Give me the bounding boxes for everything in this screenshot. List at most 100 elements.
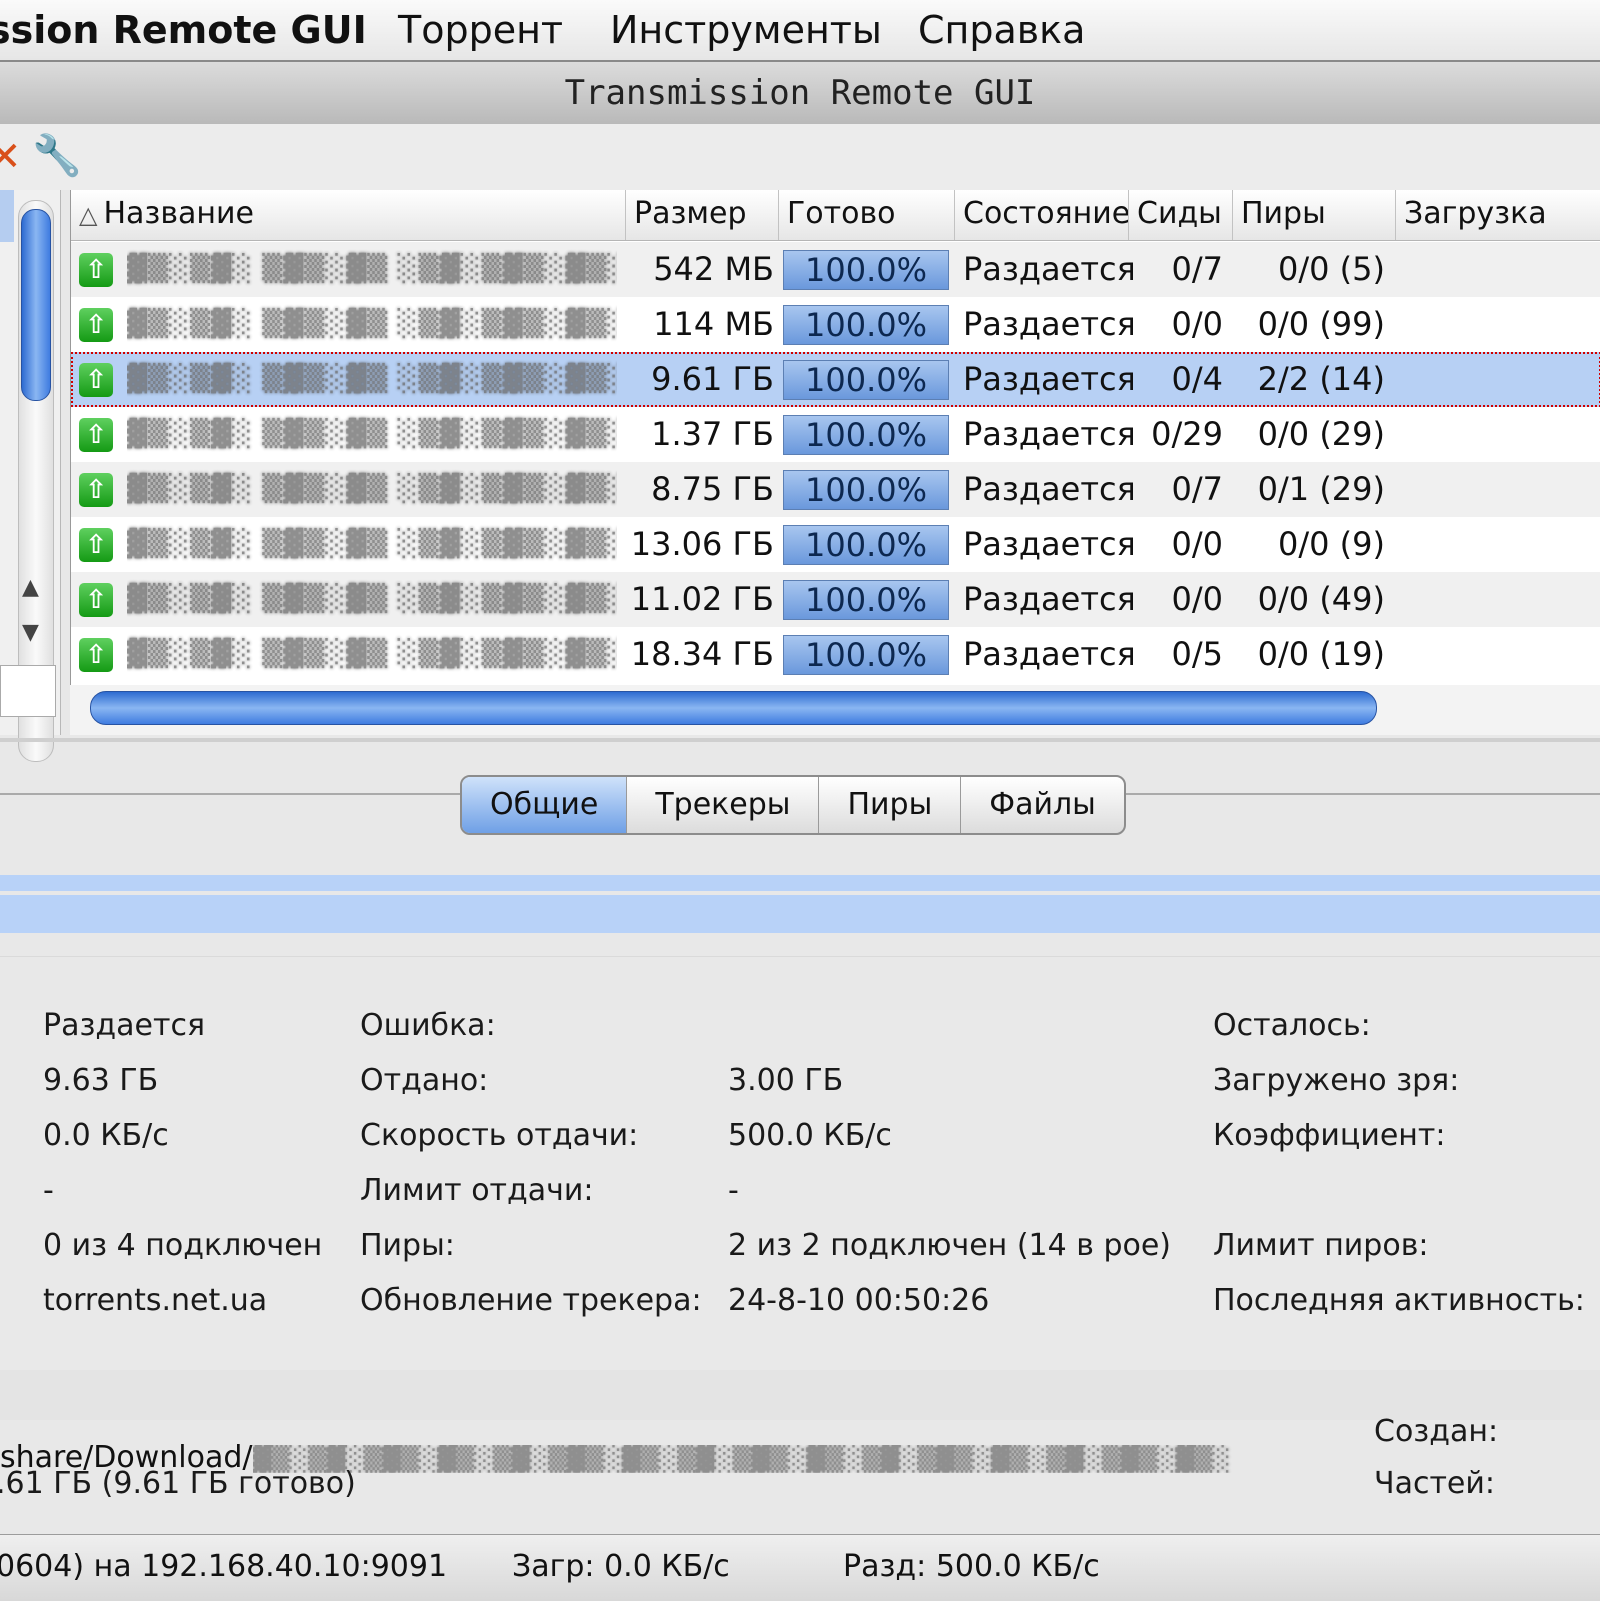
tab-general[interactable]: Общие <box>462 777 628 833</box>
torrent-name-blurred: ▓▒░▒▓░ ▒▓▒░▓▒ ░▒▓░▒▓▒░▓▒░▒▓ <box>127 639 617 669</box>
torrent-state: Раздается <box>963 580 1133 618</box>
done-progress-text: 100.0% <box>804 636 927 674</box>
menu-torrent[interactable]: Торрент <box>398 8 563 52</box>
torrent-size: 9.61 ГБ <box>651 360 774 398</box>
pieces-label: Частей: <box>1374 1466 1495 1500</box>
torrent-size: 114 МБ <box>653 305 774 343</box>
info-right-label: Коэффициент: <box>1213 1118 1446 1153</box>
done-progress-bar: 100.0% <box>783 360 949 400</box>
sort-ascending-icon: △ <box>79 201 98 229</box>
toolbar: ✕ 🔧 <box>0 124 1600 190</box>
torrent-peers: 0/0 (9) <box>1278 525 1385 563</box>
info-label: Пиры: <box>360 1228 455 1263</box>
seeding-up-arrow-icon: ⇧ <box>79 418 113 452</box>
scroll-up-icon[interactable]: ▲ <box>22 575 39 600</box>
info-label: Обновление трекера: <box>360 1283 702 1318</box>
torrent-seeds: 0/5 <box>1171 635 1224 673</box>
info-value: 24-8-10 00:50:26 <box>728 1283 990 1318</box>
column-size[interactable]: Размер <box>626 190 779 240</box>
menu-tools[interactable]: Инструменты <box>610 8 882 52</box>
details-tabs: Общие Трекеры Пиры Файлы <box>460 775 1126 835</box>
torrent-peers: 0/0 (49) <box>1257 580 1385 618</box>
table-row[interactable]: ⇧ ▓▒░▒▓░ ▒▓▒░▓▒ ░▒▓░▒▓▒░▓▒░▒▓ 542 МБ 100.0%… <box>71 242 1600 297</box>
torrent-seeds: 0/7 <box>1171 470 1224 508</box>
done-progress-text: 100.0% <box>804 251 927 289</box>
wrench-icon[interactable]: 🔧 <box>32 132 82 179</box>
horizontal-scroll-thumb[interactable] <box>90 691 1377 725</box>
torrent-peers: 0/0 (19) <box>1257 635 1385 673</box>
status-download-speed: Загр: 0.0 КБ/с <box>512 1549 730 1584</box>
torrent-state: Раздается <box>963 250 1133 288</box>
torrent-state: Раздается <box>963 360 1133 398</box>
info-label: Отдано: <box>360 1063 489 1098</box>
seeding-up-arrow-icon: ⇧ <box>79 638 113 672</box>
torrent-name-blurred: ▓▒░▒▓░ ▒▓▒░▓▒ ░▒▓░▒▓▒░▓▒░▒▓ <box>127 309 617 339</box>
column-download[interactable]: Загрузка <box>1396 190 1600 240</box>
status-bar: 0604) на 192.168.40.10:9091 Загр: 0.0 КБ… <box>0 1534 1600 1601</box>
info-value: 500.0 КБ/с <box>728 1118 892 1153</box>
pane-splitter[interactable] <box>0 738 1600 742</box>
info-value: 3.00 ГБ <box>728 1063 844 1098</box>
tab-files[interactable]: Файлы <box>961 777 1124 833</box>
torrent-seeds: 0/0 <box>1171 580 1224 618</box>
menu-app-name[interactable]: ssion Remote GUI <box>0 8 367 52</box>
info-right-label: Осталось: <box>1213 1008 1371 1043</box>
table-row[interactable]: ⇧ ▓▒░▒▓░ ▒▓▒░▓▒ ░▒▓░▒▓▒░▓▒░▒▓ 1.37 ГБ 100.0… <box>71 407 1600 462</box>
scroll-down-icon[interactable]: ▼ <box>22 620 39 645</box>
torrent-size: 18.34 ГБ <box>630 635 774 673</box>
done-progress-text: 100.0% <box>804 581 927 619</box>
status-upload-speed: Разд: 500.0 КБ/с <box>843 1549 1100 1584</box>
menu-help[interactable]: Справка <box>918 8 1085 52</box>
torrent-done: 100.0% <box>783 572 949 627</box>
table-row[interactable]: ⇧ ▓▒░▒▓░ ▒▓▒░▓▒ ░▒▓░▒▓▒░▓▒░▒▓ 13.06 ГБ 100.… <box>71 517 1600 572</box>
tab-peers[interactable]: Пиры <box>819 777 962 833</box>
torrent-state: Раздается <box>963 305 1133 343</box>
column-peers[interactable]: Пиры <box>1233 190 1396 240</box>
torrent-done: 100.0% <box>783 462 949 517</box>
torrent-seeds: 0/0 <box>1171 305 1224 343</box>
done-progress-text: 100.0% <box>804 361 927 399</box>
info-label: Скорость отдачи: <box>360 1118 639 1153</box>
seeding-up-arrow-icon: ⇧ <box>79 363 113 397</box>
done-progress-text: 100.0% <box>804 526 927 564</box>
done-progress-text: 100.0% <box>804 416 927 454</box>
done-progress-bar: 100.0% <box>783 415 949 455</box>
column-seeds[interactable]: Сиды <box>1129 190 1233 240</box>
torrent-name-blurred: ▓▒░▒▓░ ▒▓▒░▓▒ ░▒▓░▒▓▒░▓▒░▒▓ <box>127 419 617 449</box>
delete-icon[interactable]: ✕ <box>0 134 22 180</box>
seeding-up-arrow-icon: ⇧ <box>79 583 113 617</box>
done-progress-bar: 100.0% <box>783 580 949 620</box>
torrent-size: 1.37 ГБ <box>651 415 774 453</box>
done-progress-bar: 100.0% <box>783 250 949 290</box>
table-row[interactable]: ⇧ ▓▒░▒▓░ ▒▓▒░▓▒ ░▒▓░▒▓▒░▓▒░▒▓ 114 МБ 100.0%… <box>71 297 1600 352</box>
window-title: Transmission Remote GUI <box>0 62 1600 125</box>
torrent-seeds: 0/29 <box>1151 415 1223 453</box>
torrent-state: Раздается <box>963 525 1133 563</box>
torrent-name-blurred: ▓▒░▒▓░ ▒▓▒░▓▒ ░▒▓░▒▓▒░▓▒░▒▓ <box>127 364 617 394</box>
seeding-up-arrow-icon: ⇧ <box>79 308 113 342</box>
tab-trackers[interactable]: Трекеры <box>627 777 820 833</box>
status-host: 0604) на 192.168.40.10:9091 <box>0 1549 448 1584</box>
done-progress-bar: 100.0% <box>783 470 949 510</box>
info-right-label: Последняя активность: <box>1213 1283 1585 1318</box>
sidebar-scroll-thumb[interactable] <box>21 209 51 401</box>
torrent-peers: 0/0 (29) <box>1257 415 1385 453</box>
size-line: .61 ГБ (9.61 ГБ готово) <box>0 1466 356 1500</box>
info-label: Лимит отдачи: <box>360 1173 594 1208</box>
table-row[interactable]: ⇧ ▓▒░▒▓░ ▒▓▒░▓▒ ░▒▓░▒▓▒░▓▒░▒▓ 18.34 ГБ 100.… <box>71 627 1600 682</box>
table-horizontal-scrollbar[interactable] <box>70 685 1600 735</box>
sidebar-selection[interactable] <box>0 190 14 242</box>
column-state[interactable]: Состояние <box>955 190 1129 240</box>
pieces-strip <box>0 895 1600 933</box>
done-progress-bar: 100.0% <box>783 525 949 565</box>
torrent-done: 100.0% <box>783 297 949 352</box>
info-status-value: 9.63 ГБ <box>43 1063 159 1098</box>
column-name[interactable]: △ Название <box>71 190 626 240</box>
table-row[interactable]: ⇧ ▓▒░▒▓░ ▒▓▒░▓▒ ░▒▓░▒▓▒░▓▒░▒▓ 8.75 ГБ 100.0… <box>71 462 1600 517</box>
table-row[interactable]: ⇧ ▓▒░▒▓░ ▒▓▒░▓▒ ░▒▓░▒▓▒░▓▒░▒▓ 9.61 ГБ 100.0… <box>71 352 1600 407</box>
table-row[interactable]: ⇧ ▓▒░▒▓░ ▒▓▒░▓▒ ░▒▓░▒▓▒░▓▒░▒▓ 11.02 ГБ 100.… <box>71 572 1600 627</box>
done-progress-text: 100.0% <box>804 471 927 509</box>
seeding-up-arrow-icon: ⇧ <box>79 473 113 507</box>
column-done[interactable]: Готово <box>779 190 955 240</box>
torrent-done: 100.0% <box>783 242 949 297</box>
